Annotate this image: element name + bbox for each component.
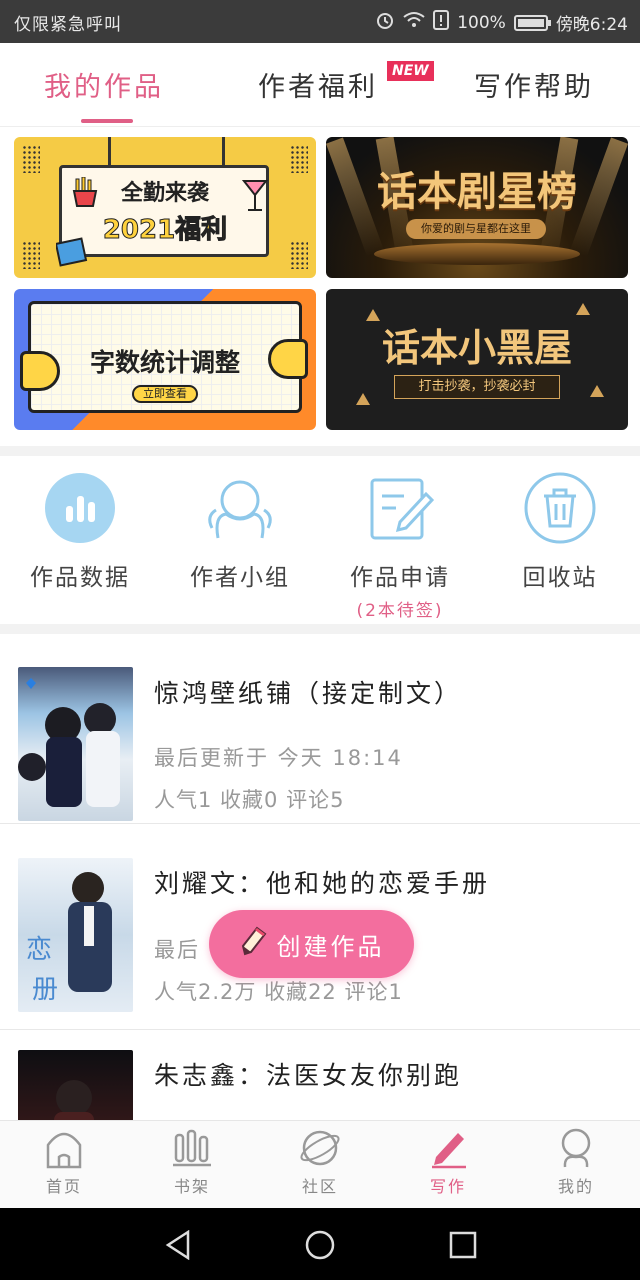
profile-icon (512, 1127, 640, 1169)
pencil-icon (239, 924, 269, 964)
banner-attendance-benefit[interactable]: 全勤来袭 2021福利 (14, 137, 316, 278)
status-bar: 仅限紧急呼叫 100% 傍晚6:24 (0, 0, 640, 43)
new-badge: NEW (387, 61, 434, 81)
nav-label: 首页 (45, 1177, 82, 1196)
work-title[interactable]: 刘耀文：他和她的恋爱手册 (154, 864, 490, 900)
edit-doc-icon (364, 472, 436, 544)
wifi-icon (403, 11, 425, 34)
tab-writing-help[interactable]: 写作帮助 (474, 65, 594, 104)
triangle-deco (576, 303, 590, 315)
tab-my-works[interactable]: 我的作品 (44, 65, 164, 104)
work-title[interactable]: 惊鸿壁纸铺（接定制文） (154, 674, 462, 710)
chart-icon (44, 472, 116, 544)
back-icon[interactable] (164, 1229, 192, 1264)
alert-icon (433, 10, 450, 35)
work-cover[interactable] (18, 667, 133, 821)
work-stats: 人气1 收藏0 评论5 (154, 788, 345, 812)
banner-title: 话本小黑屋 (381, 326, 572, 370)
svg-text:恋: 恋 (26, 935, 52, 965)
shortcut-label: 作者小组 (190, 565, 290, 591)
create-work-label: 创建作品 (276, 932, 385, 961)
nav-label: 写作 (429, 1177, 466, 1196)
works-list: 惊鸿壁纸铺（接定制文） 最后更新于 今天 18:14 人气1 收藏0 评论5 恋… (0, 634, 640, 1120)
work-cover[interactable]: 恋 册 (18, 858, 133, 1012)
stage-shape (374, 243, 580, 265)
author-shortcuts: 作品数据 作者小组 作品申请 (2本待签) 回收站 (0, 456, 640, 624)
section-divider (0, 624, 640, 634)
shortcut-recycle-bin[interactable]: 回收站 (480, 472, 640, 592)
svg-text:册: 册 (32, 975, 58, 1005)
shortcut-work-application[interactable]: 作品申请 (2本待签) (320, 472, 480, 621)
tab-active-indicator (81, 119, 133, 123)
dot-pattern (22, 145, 40, 173)
work-updated: 最后更新于 今天 18:14 (154, 746, 403, 770)
book-icon (54, 233, 90, 271)
section-divider (0, 446, 640, 456)
recents-icon[interactable] (449, 1231, 477, 1263)
shortcut-work-data[interactable]: 作品数据 (0, 472, 160, 592)
bottom-nav: 首页 书架 社区 写作 我的 (0, 1120, 640, 1208)
banner-title: 字数统计调整 (89, 348, 240, 377)
clock-text: 傍晚6:24 (555, 15, 628, 35)
drink-icon (241, 177, 269, 217)
bookshelf-icon (128, 1127, 256, 1169)
dot-pattern (290, 145, 308, 173)
top-tabs: 我的作品 作者福利 NEW 写作帮助 (0, 43, 640, 127)
nav-label: 社区 (301, 1177, 338, 1196)
nav-community[interactable]: 社区 (256, 1127, 384, 1197)
shortcut-author-group[interactable]: 作者小组 (160, 472, 320, 592)
battery-percent: 100% (457, 12, 506, 33)
shortcut-label: 作品数据 (30, 565, 130, 591)
triangle-deco (590, 385, 604, 397)
work-title[interactable]: 朱志鑫：法医女友你别跑 (154, 1056, 462, 1092)
home-icon (0, 1127, 128, 1169)
carrier-text: 仅限紧急呼叫 (14, 15, 122, 35)
banner-star-ranking[interactable]: 话本剧星榜 你爱的剧与星都在这里 (326, 137, 628, 278)
nav-bookshelf[interactable]: 书架 (128, 1127, 256, 1197)
shortcut-label: 作品申请 (350, 565, 450, 591)
nav-write[interactable]: 写作 (384, 1127, 512, 1197)
banner-title: 全勤来袭 (120, 181, 209, 206)
pending-sign-count: (2本待签) (356, 601, 444, 621)
banner-blacklist[interactable]: 话本小黑屋 打击抄袭，抄袭必封 (326, 289, 628, 430)
shortcut-label: 回收站 (522, 565, 598, 591)
group-icon (204, 472, 276, 544)
banner-tag: 打击抄袭，抄袭必封 (394, 375, 560, 399)
nav-label: 书架 (173, 1177, 210, 1196)
pen-icon (384, 1127, 512, 1169)
alarm-icon (375, 10, 395, 35)
work-cover[interactable] (18, 1050, 133, 1120)
work-stats: 人气2.2万 收藏22 评论1 (154, 980, 403, 1004)
planet-icon (256, 1127, 384, 1169)
trash-icon (524, 472, 596, 544)
triangle-deco (356, 393, 370, 405)
banner-title: 话本剧星榜 (377, 169, 577, 215)
create-work-button[interactable]: 创建作品 (209, 910, 414, 978)
system-nav-bar (0, 1208, 640, 1280)
banner-subtitle: 你爱的剧与星都在这里 (406, 219, 546, 239)
tab-author-benefits[interactable]: 作者福利 (258, 65, 378, 104)
home-circle-icon[interactable] (305, 1230, 335, 1264)
banner-word-count[interactable]: 字数统计调整 立即查看 (14, 289, 316, 430)
nav-label: 我的 (557, 1177, 594, 1196)
banner-grid: 全勤来袭 2021福利 话本剧星榜 你爱的剧与星都在这里 字数统计调整 立即查看… (14, 137, 628, 431)
battery-icon (513, 14, 551, 31)
work-item[interactable]: 朱志鑫：法医女友你别跑 (0, 1032, 640, 1120)
nav-profile[interactable]: 我的 (512, 1127, 640, 1197)
work-item[interactable]: 惊鸿壁纸铺（接定制文） 最后更新于 今天 18:14 人气1 收藏0 评论5 (0, 634, 640, 824)
fries-icon (72, 176, 98, 211)
work-updated: 最后 (154, 938, 200, 962)
nav-home[interactable]: 首页 (0, 1127, 128, 1197)
view-now-button[interactable]: 立即查看 (132, 385, 198, 403)
